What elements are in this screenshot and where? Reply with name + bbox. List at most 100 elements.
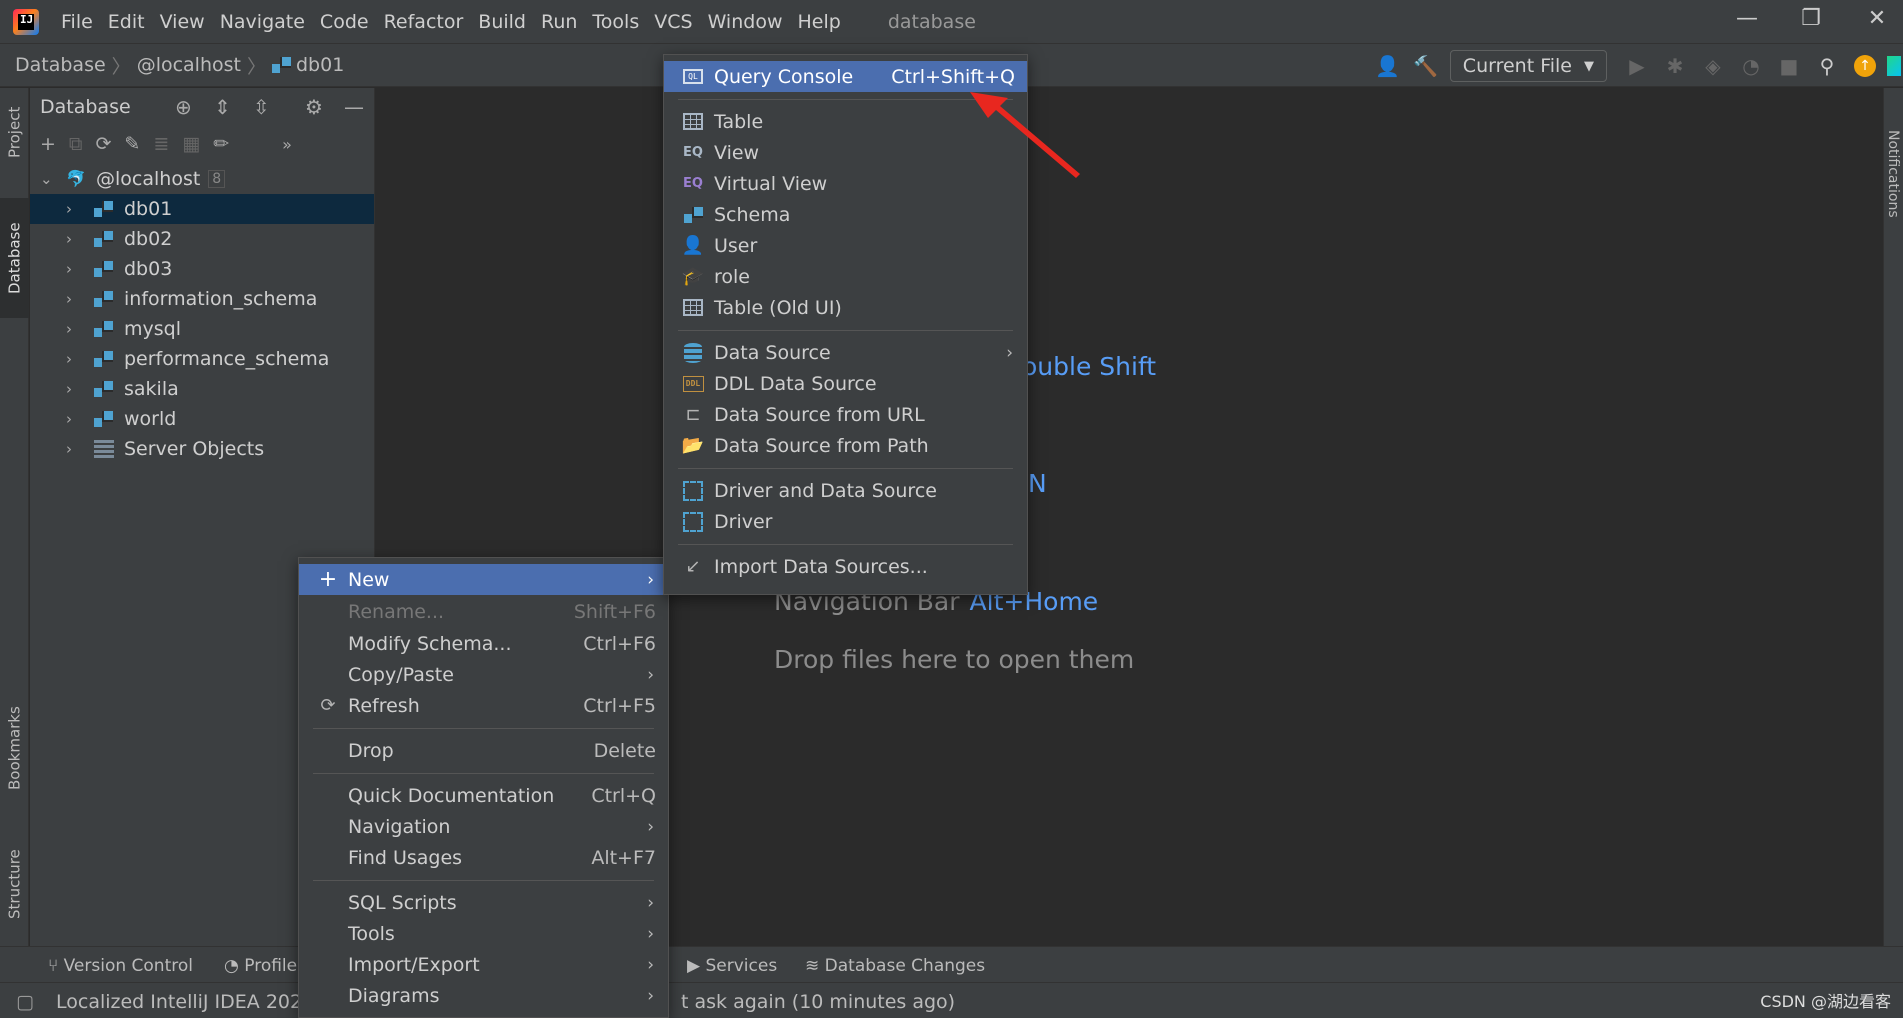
minimize-button[interactable]: — (1727, 6, 1767, 36)
stack-icon[interactable]: ≣ (153, 133, 169, 155)
chevron-right-icon[interactable]: › (66, 260, 82, 278)
gear-icon[interactable]: ⚙ (305, 95, 323, 119)
status-message[interactable]: Localized IntelliJ IDEA 2023. (56, 991, 320, 1013)
tab-bookmarks[interactable]: Bookmarks (0, 688, 29, 808)
menu-item-new[interactable]: + New › (299, 564, 668, 595)
target-icon[interactable]: ⊕ (175, 95, 192, 119)
menu-item-copy-paste[interactable]: Copy/Paste › (299, 659, 668, 690)
menu-item-data-source-url[interactable]: ⊏ Data Source from URL (664, 399, 1027, 430)
restore-button[interactable]: ❐ (1791, 6, 1831, 36)
copy-icon[interactable]: ⧉ (69, 133, 83, 155)
breadcrumb-localhost[interactable]: @localhost (137, 54, 241, 76)
menu-item-tools[interactable]: Tools › (299, 918, 668, 949)
jetbrains-icon[interactable] (1885, 50, 1903, 82)
tab-notifications[interactable]: Notifications (1885, 130, 1901, 218)
menu-item-diagrams[interactable]: Diagrams › (299, 980, 668, 1011)
tree-node-server-objects[interactable]: › Server Objects (30, 434, 374, 464)
menu-item-sql-scripts[interactable]: SQL Scripts › (299, 887, 668, 918)
user-icon[interactable]: 👤 (1372, 50, 1404, 82)
build-hammer-icon[interactable]: 🔨 (1410, 50, 1442, 82)
menu-edit[interactable]: Edit (108, 11, 145, 33)
tab-profiler[interactable]: ◔ Profile (224, 956, 297, 976)
menu-build[interactable]: Build (478, 11, 526, 33)
menu-item-driver[interactable]: Driver (664, 506, 1027, 537)
chevron-right-icon[interactable]: › (66, 290, 82, 308)
run-icon[interactable]: ▶ (1621, 50, 1653, 82)
menu-item-quick-documentation[interactable]: Quick Documentation Ctrl+Q (299, 780, 668, 811)
tab-structure[interactable]: Structure (0, 828, 29, 940)
menu-refactor[interactable]: Refactor (384, 11, 464, 33)
tab-project[interactable]: Project (0, 88, 29, 176)
menu-item-ddl-data-source[interactable]: DDL DDL Data Source (664, 368, 1027, 399)
menu-item-drop[interactable]: Drop Delete (299, 735, 668, 766)
intellij-logo-icon[interactable]: IJ (13, 8, 39, 35)
menu-item-find-usages[interactable]: Find Usages Alt+F7 (299, 842, 668, 873)
menu-item-import-data-sources[interactable]: ↙ Import Data Sources... (664, 551, 1027, 582)
menu-run[interactable]: Run (541, 11, 577, 33)
menu-item-driver-and-data-source[interactable]: Driver and Data Source (664, 475, 1027, 506)
tree-node-db03[interactable]: › db03 (30, 254, 374, 284)
chevron-right-icon[interactable]: › (66, 440, 82, 458)
chevron-right-icon[interactable]: › (66, 380, 82, 398)
menu-vcs[interactable]: VCS (654, 11, 692, 33)
pencil-icon[interactable]: ✏ (213, 133, 229, 155)
stop-icon[interactable]: ■ (1773, 50, 1805, 82)
menu-item-refresh[interactable]: ⟳ Refresh Ctrl+F5 (299, 690, 668, 721)
menu-item-navigation[interactable]: Navigation › (299, 811, 668, 842)
collapse-all-icon[interactable]: ⇳ (253, 95, 270, 119)
update-icon[interactable]: ↑ (1849, 50, 1881, 82)
menu-item-data-source[interactable]: Data Source › (664, 337, 1027, 368)
tree-node-mysql[interactable]: › mysql (30, 314, 374, 344)
hide-panel-icon[interactable]: — (344, 95, 364, 119)
menu-tools[interactable]: Tools (592, 11, 639, 33)
breadcrumb-db01[interactable]: db01 (296, 54, 344, 76)
profile-icon[interactable]: ◔ (1735, 50, 1767, 82)
tab-version-control[interactable]: ⑂ Version Control (48, 956, 193, 976)
chevron-right-icon[interactable]: › (66, 410, 82, 428)
menu-item-schema[interactable]: Schema (664, 199, 1027, 230)
menu-item-data-source-path[interactable]: 📂 Data Source from Path (664, 430, 1027, 461)
tab-database[interactable]: Database (0, 198, 29, 318)
menu-item-rename[interactable]: Rename... Shift+F6 (299, 596, 668, 627)
tree-node-world[interactable]: › world (30, 404, 374, 434)
menu-item-query-console[interactable]: QL Query Console Ctrl+Shift+Q (664, 61, 1027, 92)
expand-all-icon[interactable]: ⇕ (214, 95, 231, 119)
menu-item-modify-schema[interactable]: Modify Schema... Ctrl+F6 (299, 628, 668, 659)
menu-view[interactable]: View (160, 11, 205, 33)
add-icon[interactable]: + (40, 133, 56, 155)
menu-item-user[interactable]: 👤 User (664, 230, 1027, 261)
menu-window[interactable]: Window (708, 11, 783, 33)
menu-code[interactable]: Code (320, 11, 369, 33)
tree-node-performance-schema[interactable]: › performance_schema (30, 344, 374, 374)
chevron-right-icon[interactable]: › (66, 350, 82, 368)
chevron-right-icon[interactable]: › (66, 230, 82, 248)
menu-item-import-export[interactable]: Import/Export › (299, 949, 668, 980)
table-view-icon[interactable]: ▦ (182, 133, 200, 155)
chevron-right-icon[interactable]: › (66, 320, 82, 338)
status-bar: ▢ Localized IntelliJ IDEA 2023. t ask ag… (0, 982, 1903, 1018)
chevron-down-icon[interactable]: ⌄ (40, 170, 56, 188)
refresh-icon[interactable]: ⟳ (96, 133, 112, 155)
search-icon[interactable]: ⚲ (1811, 50, 1843, 82)
menu-item-table-old-ui[interactable]: Table (Old UI) (664, 292, 1027, 323)
breadcrumb-database[interactable]: Database (15, 54, 106, 76)
menu-file[interactable]: File (61, 11, 93, 33)
tree-node-db02[interactable]: › db02 (30, 224, 374, 254)
debug-icon[interactable]: ✱ (1659, 50, 1691, 82)
tree-node-information-schema[interactable]: › information_schema (30, 284, 374, 314)
tree-node-sakila[interactable]: › sakila (30, 374, 374, 404)
menu-item-role[interactable]: 🎓 role (664, 261, 1027, 292)
chevron-right-icon[interactable]: › (66, 200, 82, 218)
status-toggle-icon[interactable]: ▢ (16, 991, 34, 1013)
tab-services[interactable]: ▶ Services (687, 956, 777, 976)
tree-node-db01[interactable]: › db01 (30, 194, 374, 224)
more-icon[interactable]: » (282, 135, 292, 154)
run-config-select[interactable]: Current File ▼ (1449, 50, 1607, 82)
close-button[interactable]: ✕ (1857, 6, 1897, 36)
coverage-icon[interactable]: ◈ (1697, 50, 1729, 82)
edit-settings-icon[interactable]: ✎ (124, 133, 140, 155)
tab-database-changes[interactable]: ≋ Database Changes (805, 956, 985, 976)
menu-help[interactable]: Help (797, 11, 840, 33)
menu-navigate[interactable]: Navigate (220, 11, 305, 33)
tree-node-localhost[interactable]: ⌄ 🐬 @localhost 8 (30, 164, 374, 194)
